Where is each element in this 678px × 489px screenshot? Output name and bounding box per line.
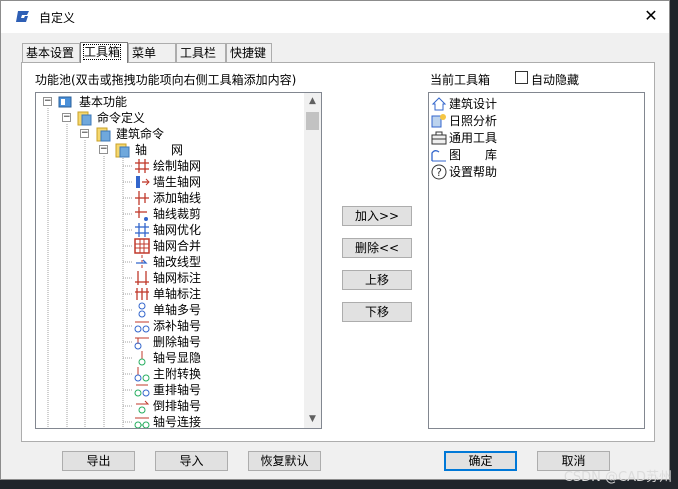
tree-leaf-label: 单轴标注 xyxy=(153,287,202,301)
tab-toolbox[interactable]: 工具箱 xyxy=(80,42,128,63)
collapse-icon[interactable]: − xyxy=(80,129,89,138)
house-icon xyxy=(431,97,447,111)
tree-leaf-label: 单轴多号 xyxy=(153,303,202,317)
grid-dimension-icon xyxy=(135,271,149,285)
grid-draw-icon xyxy=(135,159,149,173)
single-axis-dimension-icon xyxy=(135,288,149,300)
tree-leaf-label: 轴网合并 xyxy=(153,239,202,253)
import-button[interactable]: 导入 xyxy=(155,451,228,471)
close-button[interactable]: ✕ xyxy=(637,3,665,29)
restore-defaults-button[interactable]: 恢复默认 xyxy=(248,451,321,471)
app-logo-icon xyxy=(16,11,29,22)
auto-hide-label: 自动隐藏 xyxy=(531,73,580,87)
toolbox-item-label: 通用工具 xyxy=(449,131,498,145)
tab-label: 快捷键 xyxy=(230,46,267,60)
tree-leaf-label: 倒排轴号 xyxy=(153,399,202,413)
renumber-icon xyxy=(134,384,150,397)
toolbox-item-label: 图 库 xyxy=(449,148,498,162)
tab-label: 工具栏 xyxy=(180,46,217,60)
toolbox-item-label: 建筑设计 xyxy=(449,97,498,111)
tab-label: 基本设置 xyxy=(26,46,75,60)
scroll-down-icon[interactable]: ▼ xyxy=(304,411,321,428)
collapse-icon[interactable]: − xyxy=(62,113,71,122)
move-down-button[interactable]: 下移 xyxy=(342,302,412,322)
multi-number-icon xyxy=(138,302,146,318)
add-number-icon xyxy=(134,321,150,333)
tree-node-label: 建筑命令 xyxy=(116,127,165,141)
collapse-icon[interactable]: − xyxy=(99,145,108,154)
function-tree[interactable]: − 基本功能 − 命令定义 − 建筑命令 − 轴 网 绘制轴网 墙生轴网 添加轴… xyxy=(35,92,322,429)
wall-to-grid-icon xyxy=(136,176,150,188)
tree-leaf-label: 轴网优化 xyxy=(153,223,202,237)
tab-menu[interactable]: 菜单 xyxy=(128,43,176,62)
move-up-button[interactable]: 上移 xyxy=(342,270,412,290)
tree-leaf-label: 轴号显隐 xyxy=(153,351,202,365)
current-toolbox-label: 当前工具箱 xyxy=(430,73,491,87)
tree-leaf-label: 重排轴号 xyxy=(153,383,202,397)
tree-leaf-label: 轴线裁剪 xyxy=(153,207,202,221)
svg-text:?: ? xyxy=(436,166,442,179)
help-icon: ? xyxy=(431,164,447,180)
delete-number-icon xyxy=(134,337,149,350)
title-bar: 自定义 ✕ xyxy=(1,1,669,33)
tab-label: 菜单 xyxy=(132,46,157,60)
folder-icon xyxy=(115,143,130,158)
scroll-up-icon[interactable]: ▲ xyxy=(304,93,321,110)
sunlight-icon xyxy=(431,114,446,128)
window-title: 自定义 xyxy=(39,11,76,25)
tab-shortcuts[interactable]: 快捷键 xyxy=(226,43,272,62)
main-sub-convert-icon xyxy=(134,367,150,382)
folder-icon xyxy=(77,111,92,126)
function-pool-label: 功能池(双击或拖拽功能项向右侧工具箱添加内容) xyxy=(35,73,297,87)
add-button[interactable]: 加入>> xyxy=(342,206,412,226)
tree-leaf-label: 添加轴线 xyxy=(153,191,202,205)
axis-linetype-icon xyxy=(136,255,148,269)
optimize-grid-icon xyxy=(135,223,149,237)
toolbox-item-label: 日照分析 xyxy=(449,114,498,128)
toolbox-icon xyxy=(431,131,447,145)
reverse-number-icon xyxy=(136,400,150,414)
toggle-number-icon xyxy=(138,351,146,366)
tree-scrollbar[interactable]: ▲ ▼ xyxy=(304,93,321,428)
tree-node-label: 基本功能 xyxy=(79,95,128,109)
tree-leaf-label: 主附转换 xyxy=(153,367,202,381)
collapse-icon[interactable]: − xyxy=(43,97,52,106)
module-icon xyxy=(58,96,72,108)
current-toolbox-list[interactable]: 建筑设计 日照分析 通用工具 图 库 ? 设置帮助 xyxy=(428,92,645,429)
toolbox-item-label: 设置帮助 xyxy=(449,165,498,179)
scroll-thumb[interactable] xyxy=(306,112,319,130)
folder-icon xyxy=(96,127,111,142)
connect-number-icon xyxy=(134,417,150,428)
export-button[interactable]: 导出 xyxy=(62,451,135,471)
close-icon: ✕ xyxy=(644,6,658,25)
tab-basic-settings[interactable]: 基本设置 xyxy=(22,43,80,62)
tab-toolbar[interactable]: 工具栏 xyxy=(176,43,226,62)
tree-leaf-label: 轴改线型 xyxy=(153,255,202,269)
watermark-text: CSDN @CAD苏州 xyxy=(563,470,672,485)
auto-hide-checkbox[interactable] xyxy=(515,71,528,84)
tree-leaf-label: 添补轴号 xyxy=(153,319,202,333)
library-icon xyxy=(431,150,446,162)
add-axis-icon xyxy=(135,191,149,205)
tree-leaf-label: 轴网标注 xyxy=(153,271,202,285)
tree-leaf-label: 绘制轴网 xyxy=(153,159,202,173)
tree-node-label: 轴 网 xyxy=(135,143,184,157)
trim-axis-icon xyxy=(135,207,148,221)
tree-node-label: 命令定义 xyxy=(97,111,146,125)
tree-leaf-label: 轴号连接 xyxy=(153,415,202,429)
ok-button[interactable]: 确定 xyxy=(444,451,517,471)
merge-grid-icon xyxy=(134,238,150,254)
tree-leaf-label: 墙生轴网 xyxy=(153,175,202,189)
tab-label: 工具箱 xyxy=(82,44,122,60)
tree-leaf-label: 删除轴号 xyxy=(153,335,202,349)
remove-button[interactable]: 删除<< xyxy=(342,238,412,258)
